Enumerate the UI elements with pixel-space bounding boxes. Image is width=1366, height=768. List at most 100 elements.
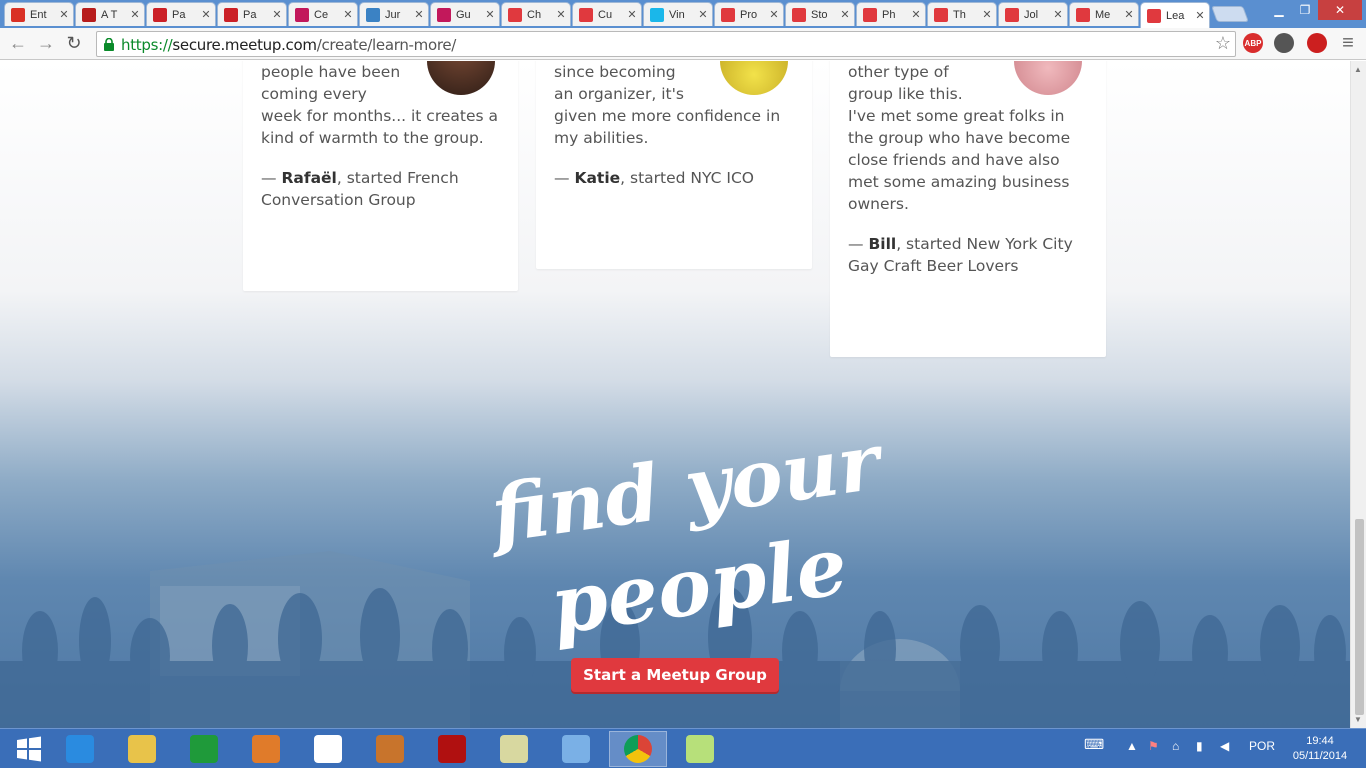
restore-window-button[interactable]: ❐	[1292, 0, 1318, 20]
address-bar[interactable]: https://secure.meetup.com/create/learn-m…	[96, 31, 1236, 57]
power-icon[interactable]: ▮	[1196, 739, 1203, 753]
power-icon[interactable]	[1307, 33, 1327, 53]
browser-toolbar: ← → ↻ https://secure.meetup.com/create/l…	[0, 28, 1366, 60]
b-logo-icon	[295, 7, 309, 22]
taskbar-app-button[interactable]	[237, 731, 295, 767]
show-hidden-icons-icon[interactable]: ▲	[1126, 739, 1138, 753]
address-url: https://secure.meetup.com/create/learn-m…	[121, 36, 457, 54]
keyboard-icon[interactable]: ⌨	[1084, 736, 1104, 753]
system-clock[interactable]: 19:44 05/11/2014	[1280, 734, 1360, 764]
close-tab-icon[interactable]: ✕	[199, 8, 213, 21]
browser-tab[interactable]: A T ✕	[75, 2, 145, 26]
browser-tab-strip: ▁ ❐ ✕ Ent ✕ A T ✕ Pa ✕ Pa ✕ Ce ✕ Jur ✕ Gu ✕ Ch ✕ Cu ✕ Vin ✕…	[0, 0, 1366, 28]
taskbar-app-button[interactable]	[113, 731, 171, 767]
close-window-button[interactable]: ✕	[1318, 0, 1362, 20]
testimonial-quote: since becoming an organizer, it's given …	[554, 63, 781, 147]
close-tab-icon[interactable]: ✕	[909, 8, 923, 21]
testimonial-quote: other type of group like this. I've met …	[848, 63, 1071, 213]
minimize-window-button[interactable]: ▁	[1266, 0, 1292, 20]
browser-tab[interactable]: Ph ✕	[856, 2, 926, 26]
testimonial-card-rafael: people have been coming every week for m…	[243, 61, 518, 291]
close-tab-icon[interactable]: ✕	[838, 8, 852, 21]
page-scrollbar[interactable]: ▲ ▼	[1350, 61, 1366, 728]
tab-title: Th	[953, 8, 966, 21]
file-explorer-icon	[128, 735, 156, 763]
browser-tab[interactable]: Jol ✕	[998, 2, 1068, 26]
network-icon[interactable]: ⌂	[1172, 739, 1179, 753]
forward-button[interactable]: →	[34, 32, 58, 56]
pinterest-icon	[224, 7, 238, 22]
browser-tab[interactable]: Pa ✕	[146, 2, 216, 26]
start-meetup-group-button[interactable]: Start a Meetup Group	[571, 658, 779, 692]
close-tab-icon[interactable]: ✕	[1193, 9, 1207, 22]
close-tab-icon[interactable]: ✕	[412, 8, 426, 21]
close-tab-icon[interactable]: ✕	[554, 8, 568, 21]
browser-tab[interactable]: Me ✕	[1069, 2, 1139, 26]
amazon-icon	[314, 735, 342, 763]
close-tab-icon[interactable]: ✕	[980, 8, 994, 21]
close-tab-icon[interactable]: ✕	[767, 8, 781, 21]
taskbar-app-button[interactable]	[51, 731, 109, 767]
browser-tab[interactable]: Ent ✕	[4, 2, 74, 26]
browser-tab[interactable]: Pro ✕	[714, 2, 784, 26]
scroll-down-icon[interactable]: ▼	[1354, 715, 1362, 724]
language-indicator[interactable]: POR	[1249, 739, 1275, 753]
browser-tab[interactable]: Vin ✕	[643, 2, 713, 26]
gmail-icon	[11, 7, 25, 22]
testimonial-card-katie: since becoming an organizer, it's given …	[536, 61, 812, 269]
close-tab-icon[interactable]: ✕	[625, 8, 639, 21]
browser-tab[interactable]: Gu ✕	[430, 2, 500, 26]
taskbar-app-button[interactable]	[547, 731, 605, 767]
adblock-plus-icon[interactable]: ABP	[1243, 33, 1263, 53]
tab-title: Sto	[811, 8, 828, 21]
tab-title: Ent	[30, 8, 47, 21]
taskbar-app-button[interactable]	[361, 731, 419, 767]
taskbar-app-button[interactable]	[671, 731, 729, 767]
tab-title: Ph	[882, 8, 896, 21]
back-button[interactable]: ←	[6, 32, 30, 56]
bookmark-star-icon[interactable]: ☆	[1215, 33, 1231, 54]
close-tab-icon[interactable]: ✕	[1122, 8, 1136, 21]
browser-tab[interactable]: Sto ✕	[785, 2, 855, 26]
puzzle-icon[interactable]	[1274, 33, 1294, 53]
taskbar-app-button[interactable]	[175, 731, 233, 767]
tab-title: A T	[101, 8, 118, 21]
taskbar-app-button[interactable]	[299, 731, 357, 767]
browser-tab[interactable]: Lea ✕	[1140, 2, 1210, 28]
close-tab-icon[interactable]: ✕	[483, 8, 497, 21]
chrome-menu-icon[interactable]: ≡	[1336, 32, 1360, 56]
testimonial-quote: people have been coming every week for m…	[261, 63, 498, 147]
meetup-icon	[721, 7, 735, 22]
browser-tab[interactable]: Jur ✕	[359, 2, 429, 26]
close-tab-icon[interactable]: ✕	[696, 8, 710, 21]
taskbar-app-button[interactable]	[485, 731, 543, 767]
sticky-notes-icon	[686, 735, 714, 763]
action-center-icon[interactable]: ⚑	[1148, 739, 1159, 753]
page-viewport: people have been coming every week for m…	[0, 61, 1350, 728]
browser-tab[interactable]: Ch ✕	[501, 2, 571, 26]
tab-title: Ce	[314, 8, 329, 21]
close-tab-icon[interactable]: ✕	[128, 8, 142, 21]
close-tab-icon[interactable]: ✕	[270, 8, 284, 21]
browser-tab[interactable]: Ce ✕	[288, 2, 358, 26]
close-tab-icon[interactable]: ✕	[57, 8, 71, 21]
close-tab-icon[interactable]: ✕	[1051, 8, 1065, 21]
taskbar-app-button[interactable]	[423, 731, 481, 767]
close-tab-icon[interactable]: ✕	[341, 8, 355, 21]
scrollbar-thumb[interactable]	[1355, 519, 1364, 715]
browser-tab[interactable]: Th ✕	[927, 2, 997, 26]
scroll-up-icon[interactable]: ▲	[1354, 65, 1362, 74]
reload-button[interactable]: ↻	[62, 32, 86, 56]
volume-icon[interactable]: ◀	[1220, 739, 1229, 753]
tab-title: Lea	[1166, 9, 1185, 22]
start-button[interactable]	[0, 731, 58, 767]
browser-tab[interactable]: Cu ✕	[572, 2, 642, 26]
testimonial-attribution: — Bill, started New York City Gay Craft …	[848, 235, 1073, 275]
browser-tab[interactable]: Pa ✕	[217, 2, 287, 26]
globe-icon	[366, 7, 380, 22]
meetup-icon	[1076, 7, 1090, 22]
taskbar-app-button[interactable]	[609, 731, 667, 767]
chrome-icon	[624, 735, 652, 763]
new-tab-button[interactable]	[1211, 6, 1249, 22]
pinterest-icon	[153, 7, 167, 22]
